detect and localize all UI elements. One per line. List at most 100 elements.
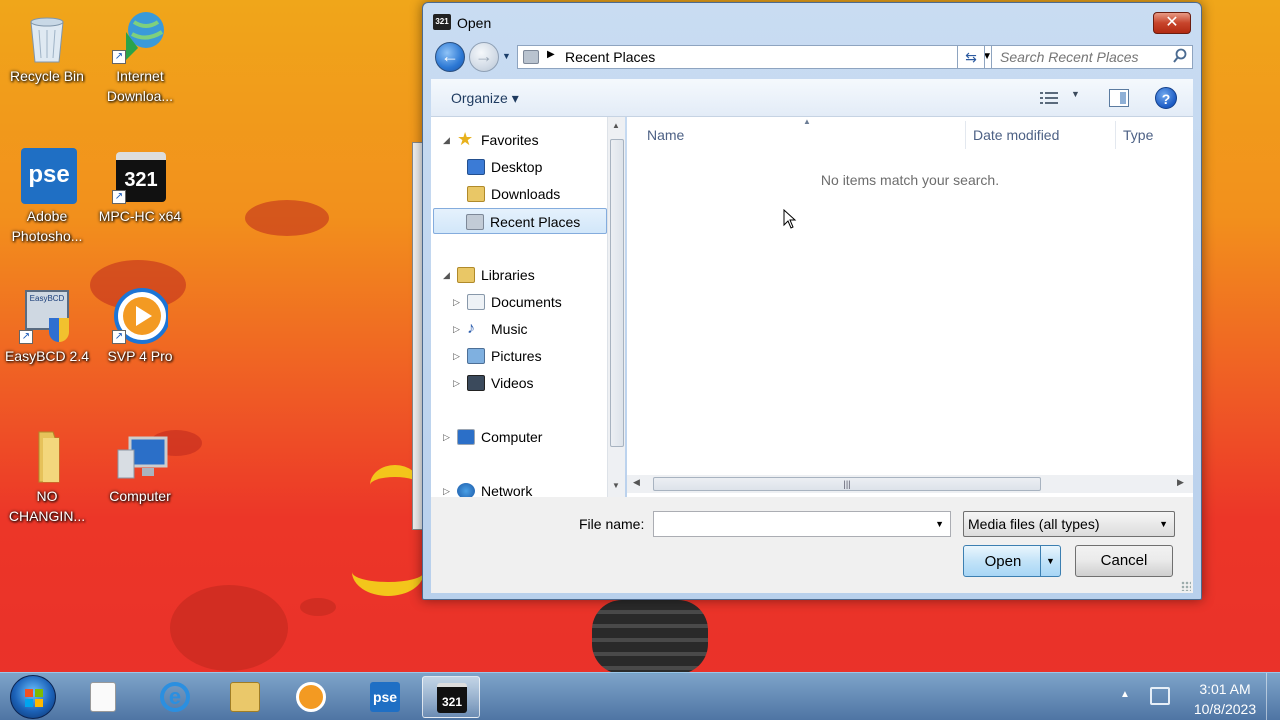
preview-pane-button[interactable] — [1109, 89, 1129, 107]
collapse-arrow-icon[interactable]: ▷ — [443, 424, 450, 450]
desktop-icon-folder[interactable]: NO CHANGIN... — [1, 428, 93, 526]
search-input[interactable] — [992, 46, 1162, 68]
internet-download-manager-icon: ↗ — [112, 8, 168, 64]
mpc-hc-icon: 321 — [433, 14, 451, 30]
taskbar-mpc-hc[interactable]: 321 — [422, 676, 480, 718]
file-type-dropdown-icon: ▼ — [1159, 519, 1168, 529]
close-button[interactable]: ✕ — [1153, 12, 1191, 34]
column-divider[interactable] — [1115, 121, 1116, 149]
desktop-icon-label: NO CHANGIN... — [8, 488, 86, 524]
show-desktop-button[interactable] — [1266, 673, 1280, 720]
taskbar-photoshop-elements[interactable]: pse — [356, 676, 414, 718]
recent-pages-dropdown-icon[interactable]: ▼ — [502, 51, 511, 61]
start-button[interactable] — [10, 675, 56, 719]
desktop-icon-label: Internet Downloa... — [106, 68, 174, 104]
photoshop-elements-icon: pse — [19, 148, 77, 204]
media-player-icon — [296, 682, 326, 712]
tree-item-label: Documents — [491, 294, 562, 310]
search-box[interactable] — [991, 45, 1193, 69]
details-view-icon — [1040, 92, 1058, 104]
file-name-dropdown-icon[interactable]: ▼ — [935, 519, 944, 529]
desktop-icon-computer[interactable]: Computer — [94, 428, 186, 506]
desktop-icon-label: SVP 4 Pro — [107, 348, 173, 364]
file-type-select[interactable]: Media files (all types) ▼ — [963, 511, 1175, 537]
expand-arrow-icon[interactable]: ◢ — [443, 127, 450, 153]
photoshop-elements-icon: pse — [370, 682, 400, 712]
scroll-right-arrow-icon[interactable]: ▶ — [1177, 477, 1184, 488]
cancel-button[interactable]: Cancel — [1075, 545, 1173, 577]
wallpaper-spring — [592, 600, 708, 674]
show-hidden-icons-icon[interactable]: ▲ — [1120, 689, 1130, 700]
collapse-arrow-icon[interactable]: ▷ — [453, 316, 460, 342]
scroll-down-arrow-icon[interactable]: ▼ — [612, 481, 620, 490]
address-bar[interactable]: ▶ Recent Places ▼ — [517, 45, 997, 69]
open-file-dialog: 321 Open ✕ ← → ▼ ▶ Recent Places ▼ ⇆ Org… — [422, 2, 1202, 600]
column-header-name[interactable]: Name — [647, 127, 684, 143]
resize-grip[interactable] — [1181, 581, 1191, 591]
computer-icon — [112, 428, 168, 484]
collapse-arrow-icon[interactable]: ▷ — [443, 478, 450, 497]
desktop-icon-svp[interactable]: ↗ SVP 4 Pro — [94, 288, 186, 366]
desktop-icon-recycle-bin[interactable]: Recycle Bin — [1, 8, 93, 86]
empty-list-message: No items match your search. — [820, 172, 1000, 188]
column-header-type[interactable]: Type — [1123, 127, 1153, 143]
breadcrumb[interactable]: Recent Places — [565, 49, 655, 65]
column-divider[interactable] — [965, 121, 966, 149]
horizontal-scrollbar[interactable]: ◀ ||| ▶ — [627, 475, 1193, 493]
file-name-input[interactable] — [654, 512, 924, 536]
file-list[interactable]: ▲ Name Date modified Type No items match… — [627, 117, 1193, 497]
refresh-button[interactable]: ⇆ — [957, 45, 985, 69]
recent-places-icon — [466, 214, 484, 230]
pse-badge: pse — [21, 148, 77, 204]
navigation-scrollbar[interactable]: ▲ ▼ — [607, 117, 625, 497]
system-clock[interactable]: 3:01 AM 10/8/2023 — [1180, 679, 1270, 719]
scroll-up-arrow-icon[interactable]: ▲ — [612, 121, 620, 130]
mpc-hc-icon: 321 ↗ — [112, 148, 168, 204]
back-button[interactable]: ← — [435, 42, 465, 72]
scrollbar-thumb[interactable] — [610, 139, 624, 447]
tree-item-label: Music — [491, 321, 528, 337]
search-icon[interactable] — [1172, 48, 1188, 64]
file-name-combobox[interactable]: ▼ — [653, 511, 951, 537]
taskbar-folder[interactable] — [216, 676, 274, 718]
collapse-arrow-icon[interactable]: ▷ — [453, 370, 460, 396]
shortcut-arrow-icon: ↗ — [112, 330, 126, 344]
shortcut-arrow-icon: ↗ — [112, 190, 126, 204]
clock-time: 3:01 AM — [1199, 681, 1251, 697]
scroll-left-arrow-icon[interactable]: ◀ — [633, 477, 640, 488]
desktop-icon-mpc-hc[interactable]: 321 ↗ MPC-HC x64 — [94, 148, 186, 226]
taskbar-internet-explorer[interactable]: e — [146, 676, 204, 718]
music-icon: ♪ — [467, 320, 475, 337]
organize-button[interactable]: Organize ▾ — [451, 90, 519, 107]
desktop-icon-easybcd[interactable]: EasyBCD ↗ EasyBCD 2.4 — [1, 288, 93, 366]
collapse-arrow-icon[interactable]: ▷ — [453, 289, 460, 315]
taskbar-media-player[interactable] — [282, 676, 340, 718]
mouse-cursor-icon — [783, 209, 797, 229]
dialog-titlebar[interactable]: 321 Open ✕ — [423, 3, 1201, 41]
downloads-folder-icon — [467, 186, 485, 202]
file-name-label: File name: — [579, 516, 645, 532]
desktop-icon-label: Recycle Bin — [10, 68, 84, 84]
folder-icon — [230, 682, 260, 712]
collapse-arrow-icon[interactable]: ▷ — [453, 343, 460, 369]
network-status-icon[interactable] — [1150, 687, 1170, 705]
scrollbar-thumb[interactable]: ||| — [653, 477, 1041, 491]
tree-item-recent-places[interactable]: Recent Places — [433, 208, 607, 234]
expand-arrow-icon[interactable]: ◢ — [443, 262, 450, 288]
command-bar: Organize ▾ ▼ ? — [431, 79, 1193, 117]
tree-item-label: Videos — [491, 375, 534, 391]
column-header-date-modified[interactable]: Date modified — [973, 127, 1059, 143]
forward-button[interactable]: → — [469, 42, 499, 72]
libraries-icon — [457, 267, 475, 283]
shortcut-arrow-icon: ↗ — [19, 330, 33, 344]
change-view-button[interactable]: ▼ — [1039, 89, 1087, 107]
open-button[interactable]: Open ▼ — [963, 545, 1061, 577]
easybcd-icon: EasyBCD ↗ — [19, 288, 75, 344]
open-options-dropdown-icon[interactable]: ▼ — [1040, 546, 1060, 576]
breadcrumb-arrow-icon[interactable]: ▶ — [547, 49, 555, 60]
help-button[interactable]: ? — [1155, 87, 1177, 109]
tree-item-label: Libraries — [481, 267, 535, 283]
desktop-icon-internet-download-manager[interactable]: ↗ Internet Downloa... — [94, 8, 186, 106]
taskbar-explorer-document[interactable] — [76, 676, 134, 718]
desktop-icon-adobe-photoshop[interactable]: pse Adobe Photosho... — [1, 148, 93, 246]
